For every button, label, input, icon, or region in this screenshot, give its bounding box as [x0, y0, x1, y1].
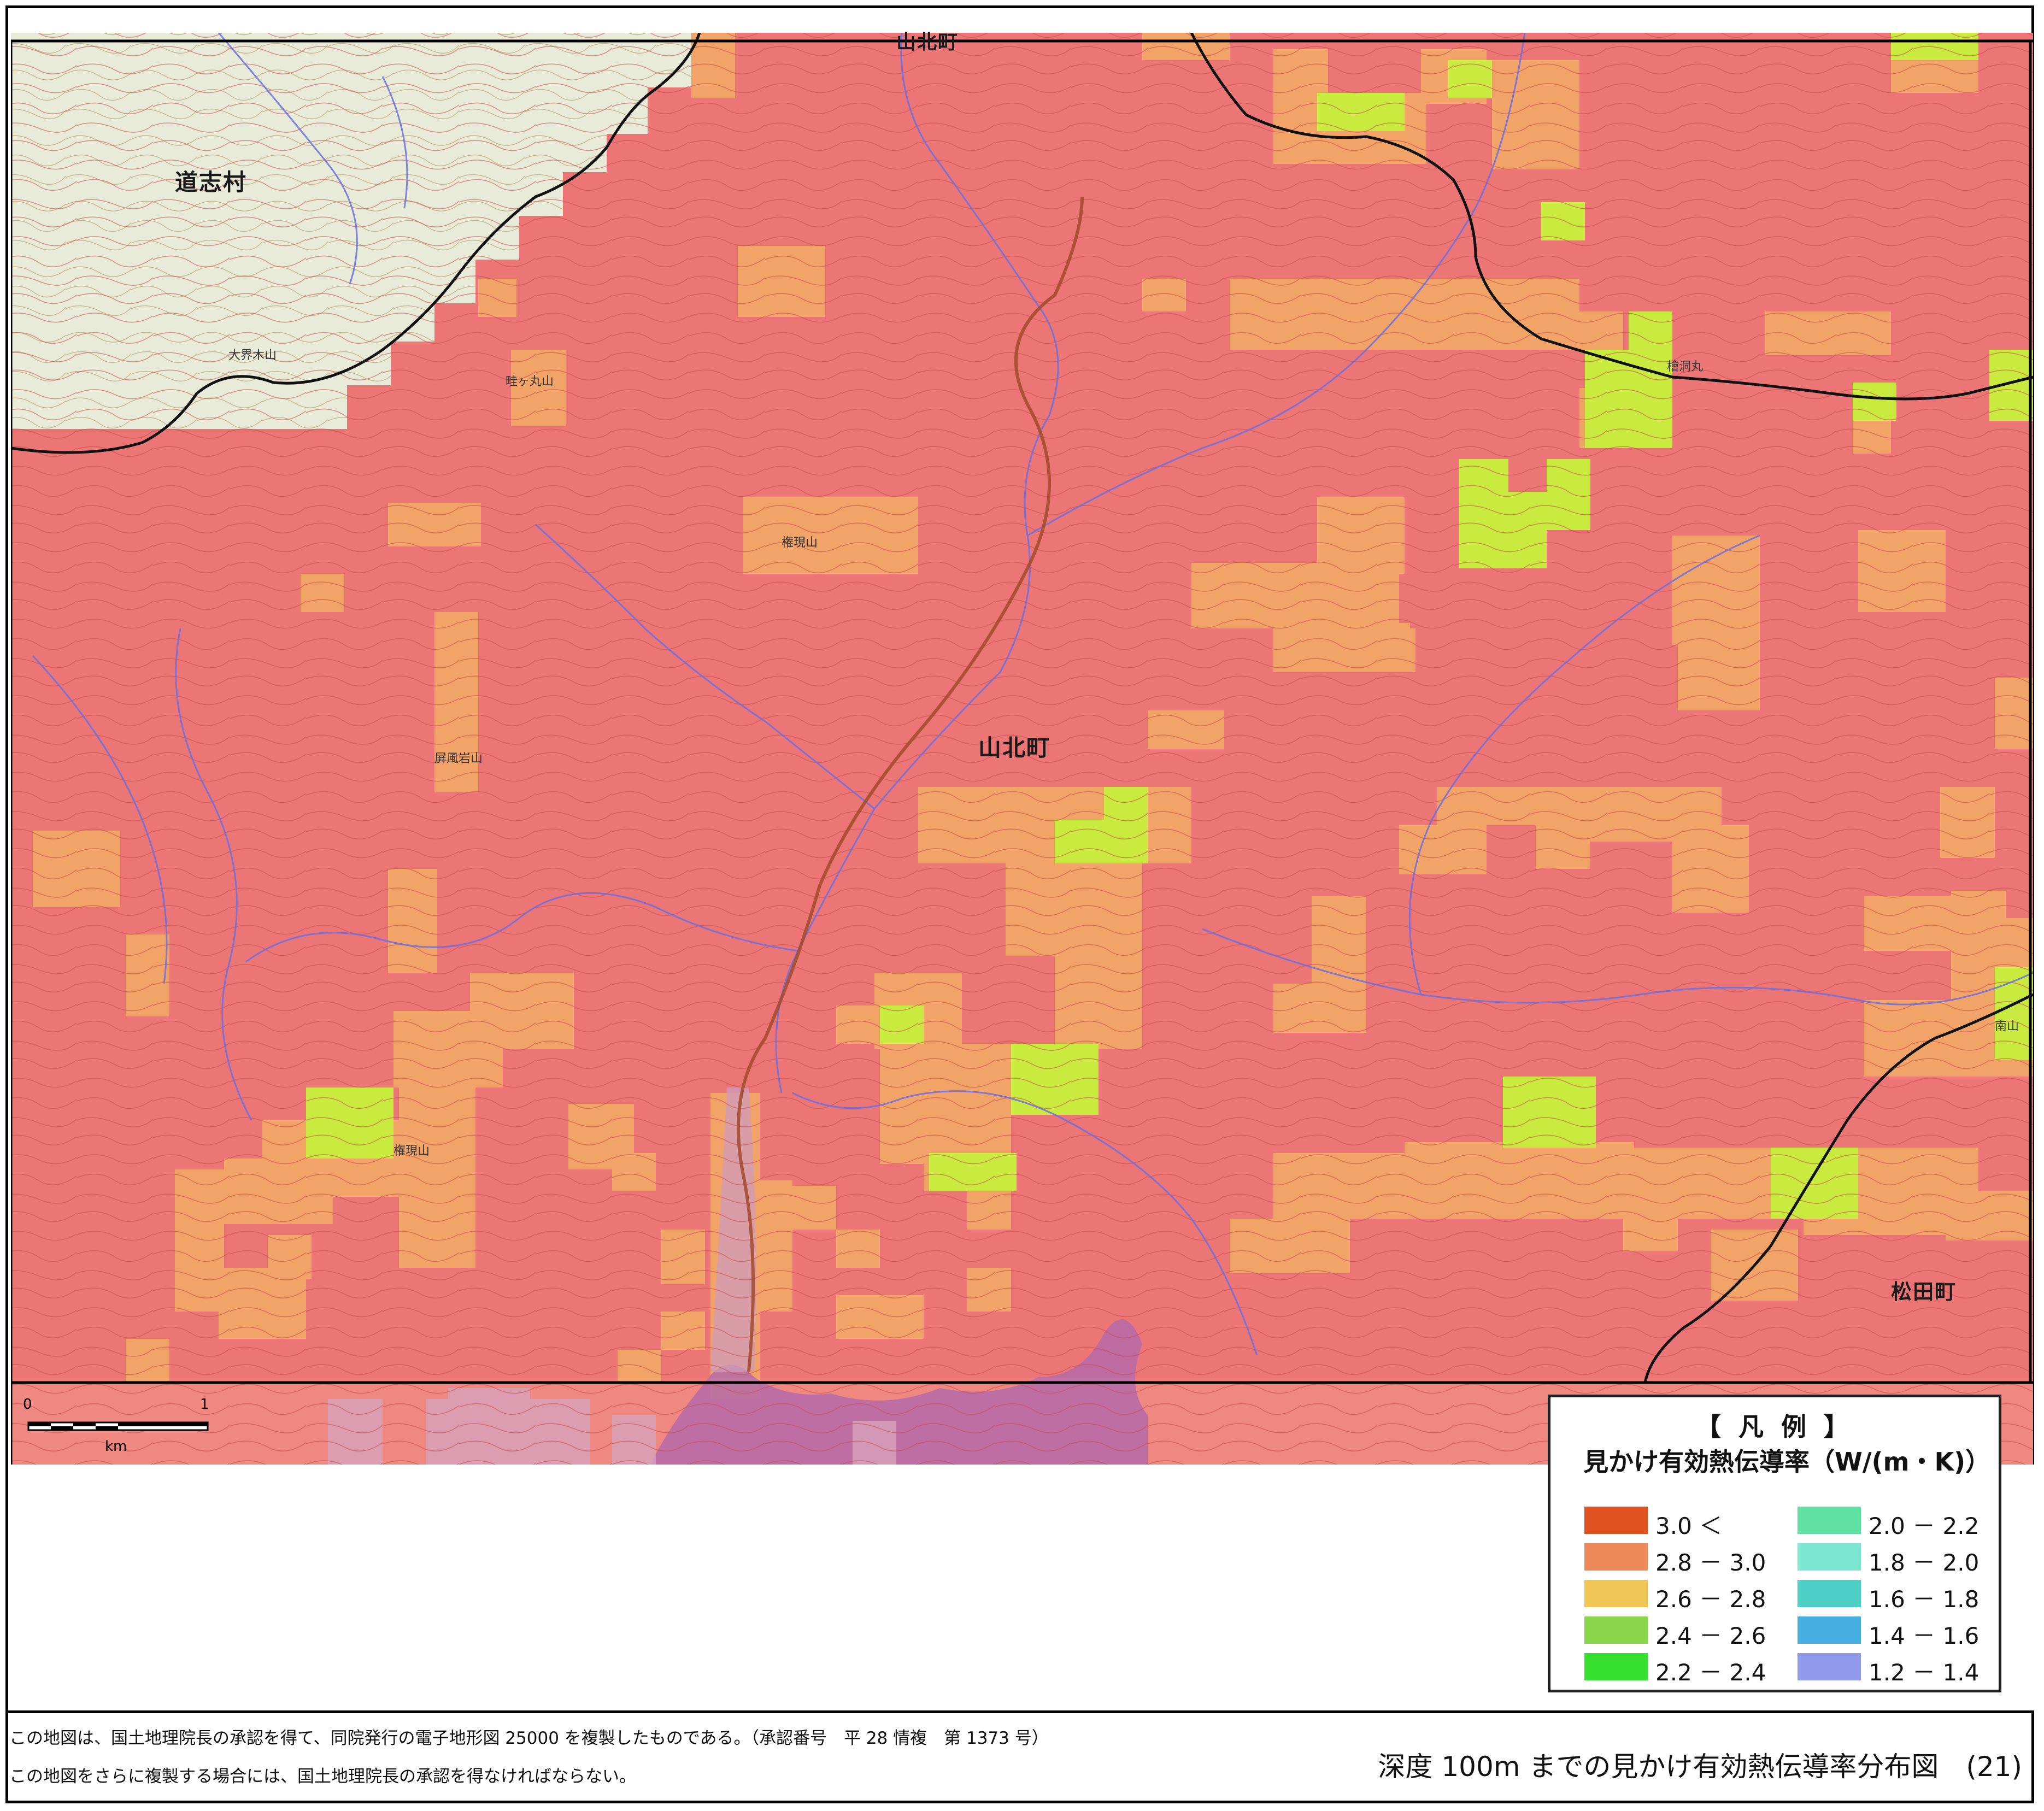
place-name-doshi: 道志村: [175, 169, 248, 196]
place-name-matsuda: 松田町: [1891, 1280, 1957, 1304]
copyright-notice-line1: この地図は、国土地理院長の承認を得て、同院発行の電子地形図 25000 を複製し…: [9, 1728, 1049, 1748]
legend-swatch: [1584, 1507, 1648, 1534]
legend-label: 2.2 － 2.4: [1655, 1659, 1766, 1686]
place-name-yamakita-center: 山北町: [978, 734, 1051, 761]
legend-swatch: [1798, 1507, 1861, 1534]
scale-zero-label: 0: [23, 1396, 32, 1413]
legend-swatch: [1584, 1616, 1648, 1644]
legend-swatch: [1798, 1616, 1861, 1644]
legend-subtitle: 見かけ有効熱伝導率（W/(m・K)）: [1583, 1447, 1991, 1477]
legend-swatch: [1584, 1580, 1648, 1607]
legend-label: 1.4 － 1.6: [1869, 1622, 1980, 1649]
peak-gongen-south: 権現山: [393, 1144, 430, 1158]
legend-label: 1.8 － 2.0: [1869, 1549, 1980, 1576]
legend-swatch: [1798, 1580, 1861, 1607]
legend-label: 2.0 － 2.2: [1869, 1513, 1980, 1539]
legend-swatch: [1584, 1653, 1648, 1680]
legend-swatch: [1798, 1653, 1861, 1680]
legend-label: 3.0 ＜: [1655, 1513, 1723, 1539]
legend-label: 2.4 － 2.6: [1655, 1622, 1766, 1649]
legend-label: 2.6 － 2.8: [1655, 1586, 1766, 1613]
peak-minamiyama: 南山: [1995, 1020, 2019, 1033]
scale-bar: [27, 1421, 209, 1431]
peak-hinokimaru: 檜洞丸: [1667, 360, 1704, 374]
footer: この地図は、国土地理院長の承認を得て、同院発行の電子地形図 25000 を複製し…: [8, 1710, 2034, 1803]
place-name-yamakita-top: 山北町: [896, 31, 959, 54]
scale-one-label: 1: [200, 1396, 209, 1413]
peak-gongen-north: 権現山: [782, 536, 818, 550]
peak-kanaemaru: 畦ヶ丸山: [506, 375, 554, 389]
map-caption: 深度 100m までの見かけ有効熱伝導率分布図 (21): [1378, 1751, 2022, 1783]
copyright-notice-line2: この地図をさらに複製する場合には、国土地理院長の承認を得なければならない。: [9, 1767, 636, 1786]
scale-unit-label: km: [105, 1438, 127, 1455]
legend-swatch: [1798, 1543, 1861, 1571]
legend-label: 1.2 － 1.4: [1869, 1659, 1980, 1686]
legend-title: 【 凡 例 】: [1695, 1412, 1854, 1442]
legend-label: 1.6 － 1.8: [1869, 1586, 1980, 1613]
legend-label: 2.8 － 3.0: [1655, 1549, 1766, 1576]
legend: 【 凡 例 】 見かけ有効熱伝導率（W/(m・K)） 3.0 ＜ 2.8 － 3…: [1548, 1395, 2001, 1692]
peak-otohiki: 大界木山: [228, 349, 277, 362]
legend-swatch: [1584, 1543, 1648, 1571]
peak-byobuiwa: 屏風岩山: [434, 752, 483, 766]
